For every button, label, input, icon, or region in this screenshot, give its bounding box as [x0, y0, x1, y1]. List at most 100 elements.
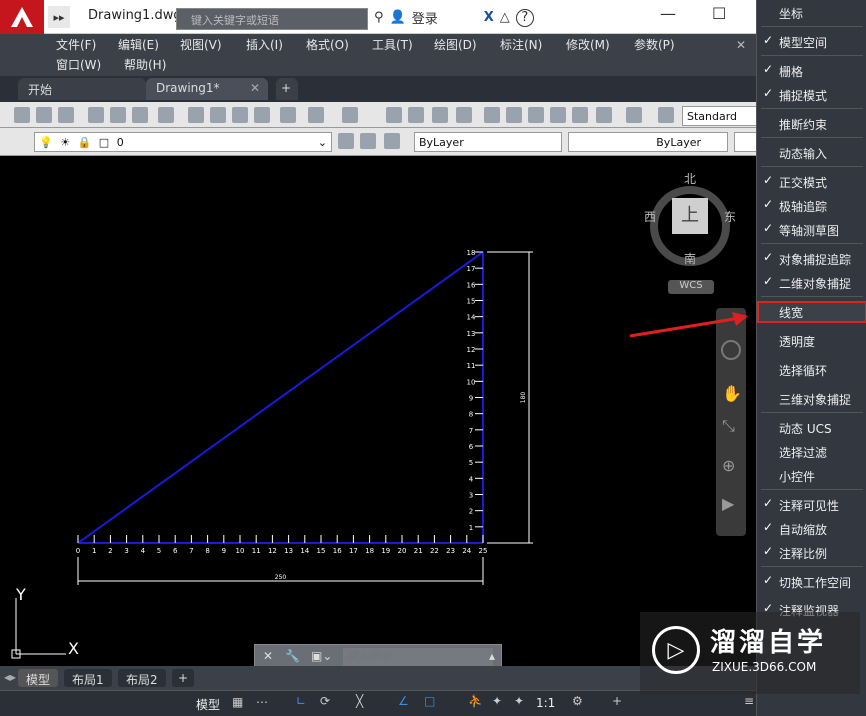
menu-draw[interactable]: 绘图(D) — [434, 36, 477, 53]
autoscale-icon[interactable]: ✦ — [492, 694, 502, 708]
annotation-visibility-icon[interactable]: ⛹ — [468, 694, 483, 708]
layer-state-icon[interactable] — [384, 133, 400, 149]
status-menu-item[interactable]: ✓ 注释比例 — [757, 542, 866, 564]
tab-model[interactable]: 模型 — [18, 669, 59, 687]
status-menu-item[interactable]: 动态 UCS — [757, 417, 866, 439]
compass-east[interactable]: 东 — [724, 208, 736, 225]
menu-edit[interactable]: 编辑(E) — [118, 36, 159, 53]
menu-parameter[interactable]: 参数(P) — [634, 36, 675, 53]
compass-west[interactable]: 西 — [644, 208, 656, 225]
paste-block-icon[interactable] — [254, 107, 270, 123]
text-style-icon[interactable] — [658, 107, 674, 123]
status-menu-item[interactable]: ✓ 栅格 — [757, 60, 866, 82]
status-menu-item[interactable]: ✓ 捕捉模式 — [757, 84, 866, 106]
linetype-select[interactable]: ByLayer — [568, 132, 728, 152]
drawing-canvas[interactable]: 0 1 2 3 4 5 6 7 8 9 10 11 12 13 14 15 16 17 18 19 20 21 22 23 24… — [0, 156, 756, 666]
customize-icon[interactable]: ≡ — [744, 694, 754, 708]
preview-icon[interactable] — [110, 107, 126, 123]
copy-icon[interactable] — [210, 107, 226, 123]
status-menu-item[interactable]: ✓ 自动缩放 — [757, 518, 866, 540]
zoom-previous-icon[interactable] — [456, 107, 472, 123]
open-icon[interactable] — [36, 107, 52, 123]
help-icon[interactable]: ? — [515, 8, 534, 27]
status-menu-item[interactable]: 选择循环 — [757, 359, 866, 381]
tool-palettes-icon[interactable] — [528, 107, 544, 123]
menu-dimension[interactable]: 标注(N) — [500, 36, 542, 53]
menu-file[interactable]: 文件(F) — [56, 36, 96, 53]
compass-north[interactable]: 北 — [684, 170, 696, 187]
close-command-icon[interactable]: ✕ — [263, 649, 273, 663]
search-input[interactable]: 键入关键字或短语 — [176, 8, 368, 30]
close-tab-icon[interactable]: ✕ — [250, 81, 260, 95]
osnap-tracking-icon[interactable]: ∠ — [398, 694, 409, 708]
status-menu-item[interactable]: ✓ 等轴测草图 — [757, 219, 866, 241]
menu-help[interactable]: 帮助(H) — [124, 56, 166, 73]
status-menu-item[interactable]: 透明度 — [757, 330, 866, 352]
zoom-realtime-icon[interactable] — [408, 107, 424, 123]
command-prompt-icon[interactable]: ▣⌄ — [311, 649, 332, 663]
status-menu-item[interactable]: ✓ 极轴追踪 — [757, 195, 866, 217]
paste-icon[interactable] — [232, 107, 248, 123]
grid-icon[interactable]: ▦ — [232, 695, 243, 709]
zoom-extents-icon[interactable]: ⤡ — [722, 416, 735, 436]
cut-icon[interactable] — [188, 107, 204, 123]
status-menu-item[interactable]: 推断约束 — [757, 113, 866, 135]
undo-icon[interactable] — [308, 107, 324, 123]
text-style-select[interactable]: Standard — [682, 106, 756, 126]
status-menu-item[interactable]: 线宽 — [757, 301, 866, 323]
layer-previous-icon[interactable] — [360, 133, 376, 149]
command-input[interactable] — [343, 648, 493, 666]
color-select[interactable]: ByLayer — [414, 132, 562, 152]
workspace-gear-icon[interactable]: ⚙ — [572, 694, 583, 708]
pan-icon[interactable] — [386, 107, 402, 123]
plus-icon[interactable]: + — [612, 694, 622, 708]
viewcube-top-face[interactable]: 上 — [672, 198, 708, 234]
print-icon[interactable] — [88, 107, 104, 123]
calculator-icon[interactable] — [596, 107, 612, 123]
properties-icon[interactable] — [484, 107, 500, 123]
status-menu-item[interactable]: 选择过滤 — [757, 441, 866, 463]
close-doc-icon[interactable]: ✕ — [736, 38, 746, 52]
status-menu-item[interactable]: 三维对象捕捉 — [757, 388, 866, 410]
menu-format[interactable]: 格式(O) — [306, 36, 349, 53]
add-layout-button[interactable]: + — [172, 669, 195, 687]
model-space-button[interactable]: 模型 — [196, 696, 220, 713]
status-menu-item[interactable]: 小控件 — [757, 465, 866, 487]
status-menu-item[interactable]: ✓ 切换工作空间 — [757, 571, 866, 593]
help-toolbar-icon[interactable] — [626, 107, 642, 123]
status-menu-item[interactable]: ✓ 正交模式 — [757, 171, 866, 193]
menu-view[interactable]: 视图(V) — [180, 36, 222, 53]
tab-drawing1[interactable]: Drawing1* ✕ — [146, 78, 268, 100]
layer-select[interactable]: 💡 ☀ 🔒 □ 0 ⌄ — [34, 132, 332, 152]
menu-insert[interactable]: 插入(I) — [246, 36, 283, 53]
status-menu-item[interactable]: ✓ 模型空间 — [757, 31, 866, 53]
design-center-icon[interactable] — [506, 107, 522, 123]
status-menu-item[interactable]: 动态输入 — [757, 142, 866, 164]
make-current-icon[interactable] — [338, 133, 354, 149]
snap-icon[interactable]: ⋯ — [256, 695, 268, 709]
scroll-left-icon[interactable]: ◂▸ — [4, 670, 16, 684]
pan-hand-icon[interactable]: ✋ — [722, 384, 742, 403]
quick-access-more-button[interactable]: ▸▸ — [48, 6, 70, 28]
new-icon[interactable] — [14, 107, 30, 123]
compass-south[interactable]: 南 — [684, 250, 696, 267]
plot-icon[interactable] — [132, 107, 148, 123]
ortho-icon[interactable]: ∟ — [296, 694, 306, 708]
menu-tools[interactable]: 工具(T) — [372, 36, 413, 53]
isodraft-icon[interactable]: ╳ — [356, 694, 363, 708]
status-menu-item[interactable]: ✓ 二维对象捕捉 — [757, 272, 866, 294]
markup-icon[interactable] — [572, 107, 588, 123]
a360-icon[interactable]: △ — [500, 10, 510, 25]
orbit-icon[interactable]: ⊕ — [722, 456, 735, 475]
tab-start[interactable]: 开始 — [18, 78, 146, 100]
maximize-button[interactable]: ☐ — [712, 4, 726, 23]
menu-modify[interactable]: 修改(M) — [566, 36, 610, 53]
new-tab-button[interactable]: + — [276, 78, 298, 100]
annotation-scale[interactable]: 1:1 — [536, 696, 555, 710]
application-menu-button[interactable] — [0, 0, 44, 34]
showmotion-icon[interactable]: ▶ — [722, 494, 734, 513]
annoscale-icon[interactable]: ✦ — [514, 694, 524, 708]
zoom-window-icon[interactable] — [432, 107, 448, 123]
tab-layout1[interactable]: 布局1 — [64, 669, 112, 687]
tab-layout2[interactable]: 布局2 — [118, 669, 166, 687]
